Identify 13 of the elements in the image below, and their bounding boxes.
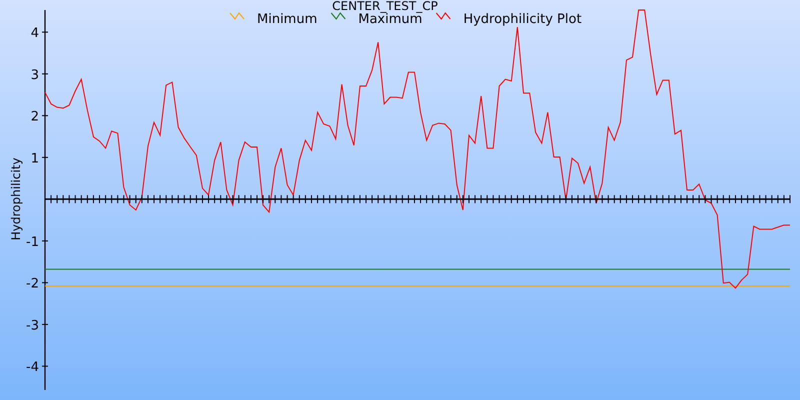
chart-title: CENTER_TEST_CP [332,0,438,13]
y-tick-label: -2 [26,276,39,292]
y-tick-label: -3 [26,318,39,334]
y-tick-label: 2 [30,110,39,125]
y-tick-label: 1 [30,151,39,166]
legend-label: Maximum [358,12,422,27]
legend-label: Minimum [257,12,318,27]
y-tick-label: 3 [30,68,39,83]
y-tick-label: -4 [26,360,39,376]
y-tick-label: -1 [26,234,39,250]
y-axis-title: Hydrophilicity [9,158,23,240]
legend-label: Hydrophilicity Plot [463,12,582,27]
y-tick-label: 4 [30,26,39,42]
